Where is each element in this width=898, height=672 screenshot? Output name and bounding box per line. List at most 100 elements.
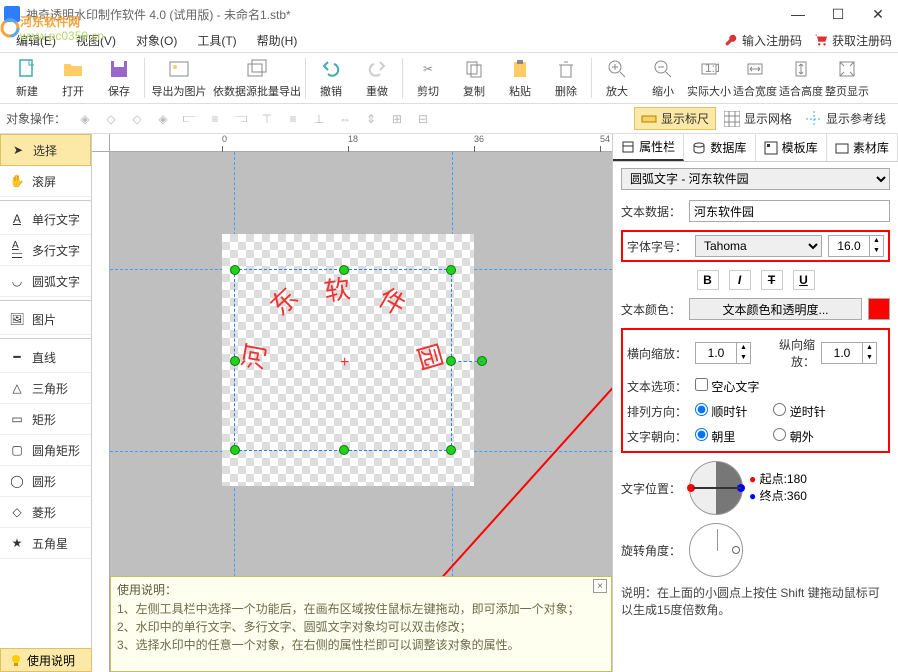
hollow-text-checkbox[interactable]: 空心文字 — [695, 378, 759, 395]
zoomout-button[interactable]: 缩小 — [640, 54, 686, 102]
tool-star[interactable]: ★五角星 — [0, 528, 91, 559]
tool-arc-text[interactable]: ◡圆弧文字 — [0, 266, 91, 297]
text-color-button[interactable]: 文本颜色和透明度... — [689, 298, 862, 320]
ruler-vertical[interactable] — [92, 152, 110, 672]
inward-radio[interactable]: 朝里 — [695, 428, 735, 445]
tab-templates[interactable]: 模板库 — [756, 134, 827, 161]
layer-down-icon[interactable]: ◇ — [124, 107, 150, 131]
tool-ellipse[interactable]: ◯圆形 — [0, 466, 91, 497]
layer-top-icon[interactable]: ◈ — [72, 107, 98, 131]
usage-button[interactable]: 使用说明 — [0, 648, 92, 672]
align-center-icon[interactable]: ≡ — [202, 107, 228, 131]
copy-icon — [462, 57, 486, 81]
menu-view[interactable]: 视图(V) — [66, 30, 126, 51]
ruler-icon — [641, 111, 657, 127]
menu-tool[interactable]: 工具(T) — [187, 30, 246, 51]
show-grid-toggle[interactable]: 显示网格 — [718, 108, 798, 129]
tool-select[interactable]: ➤选择 — [0, 134, 91, 166]
tool-triangle[interactable]: △三角形 — [0, 373, 91, 404]
minimize-button[interactable]: — — [778, 0, 818, 28]
dist-v-icon[interactable]: ⇕ — [358, 107, 384, 131]
undo-button[interactable]: 撤销 — [308, 54, 354, 102]
maximize-button[interactable]: ☐ — [818, 0, 858, 28]
show-guides-toggle[interactable]: 显示参考线 — [800, 108, 892, 129]
note-label: 说明： — [621, 586, 657, 600]
align-bottom-icon[interactable]: ⊥ — [306, 107, 332, 131]
strike-button[interactable]: T — [761, 270, 783, 290]
menu-help[interactable]: 帮助(H) — [247, 30, 308, 51]
redo-button[interactable]: 重做 — [354, 54, 400, 102]
tool-diamond[interactable]: ◇菱形 — [0, 497, 91, 528]
align-middle-icon[interactable]: ≡ — [280, 107, 306, 131]
vscale-spinner[interactable]: ▲▼ — [821, 342, 877, 364]
align-right-icon[interactable]: ⫎ — [228, 107, 254, 131]
cut-button[interactable]: ✂剪切 — [405, 54, 451, 102]
show-ruler-toggle[interactable]: 显示标尺 — [634, 107, 716, 130]
tool-image[interactable]: 🖼图片 — [0, 304, 91, 335]
handle-s[interactable] — [339, 445, 349, 455]
align-top-icon[interactable]: ⊤ — [254, 107, 280, 131]
hint-close-button[interactable]: × — [593, 579, 607, 593]
ruler-horizontal[interactable]: 0 18 36 54 — [110, 134, 612, 152]
delete-button[interactable]: 删除 — [543, 54, 589, 102]
handle-se[interactable] — [446, 445, 456, 455]
fit-page-button[interactable]: 整页显示 — [824, 54, 870, 102]
handle-sw[interactable] — [230, 445, 240, 455]
align-left-icon[interactable]: ⫍ — [176, 107, 202, 131]
enter-regcode-link[interactable]: 输入注册码 — [724, 32, 802, 49]
layer-bottom-icon[interactable]: ◈ — [150, 107, 176, 131]
db-icon — [692, 141, 706, 155]
new-button[interactable]: 新建 — [4, 54, 50, 102]
fit-height-button[interactable]: 适合高度 — [778, 54, 824, 102]
handle-nw[interactable] — [230, 265, 240, 275]
batch-export-button[interactable]: 依数据源批量导出 — [211, 54, 303, 102]
tool-multi-text[interactable]: A—多行文字 — [0, 235, 91, 266]
tool-pan[interactable]: ✋滚屏 — [0, 166, 91, 197]
position-dial[interactable] — [689, 461, 743, 515]
rotation-dial[interactable] — [689, 523, 743, 577]
color-swatch[interactable] — [868, 298, 890, 320]
open-button[interactable]: 打开 — [50, 54, 96, 102]
clockwise-radio[interactable]: 顺时针 — [695, 403, 747, 420]
copy-button[interactable]: 复制 — [451, 54, 497, 102]
dist-h-icon[interactable]: ⇔ — [332, 107, 358, 131]
actual-size-button[interactable]: 1:1实际大小 — [686, 54, 732, 102]
fit-width-button[interactable]: 适合宽度 — [732, 54, 778, 102]
object-ops-label: 对象操作： — [6, 110, 66, 127]
tool-line[interactable]: ━直线 — [0, 342, 91, 373]
bold-button[interactable]: B — [697, 270, 719, 290]
zoomin-button[interactable]: 放大 — [594, 54, 640, 102]
hint-line-3: 3、选择水印中的任意一个对象，在右侧的属性栏即可以调整该对象的属性。 — [117, 636, 605, 653]
hscale-spinner[interactable]: ▲▼ — [695, 342, 751, 364]
tab-database[interactable]: 数据库 — [684, 134, 755, 161]
canvas-viewport[interactable]: 0 18 36 54 东 软 件 园 河 + — [92, 134, 612, 672]
export-image-button[interactable]: 导出为图片 — [147, 54, 211, 102]
tool-rect[interactable]: ▭矩形 — [0, 404, 91, 435]
ungroup-icon[interactable]: ⊟ — [410, 107, 436, 131]
object-select[interactable]: 圆弧文字 - 河东软件园 — [621, 168, 890, 190]
tab-assets[interactable]: 素材库 — [827, 134, 898, 161]
close-button[interactable]: ✕ — [858, 0, 898, 28]
menu-object[interactable]: 对象(O) — [126, 30, 187, 51]
paste-button[interactable]: 粘贴 — [497, 54, 543, 102]
underline-button[interactable]: U — [793, 270, 815, 290]
assets-icon — [835, 141, 849, 155]
tool-single-text[interactable]: A单行文字 — [0, 204, 91, 235]
group-icon[interactable]: ⊞ — [384, 107, 410, 131]
undo-icon — [319, 57, 343, 81]
outward-radio[interactable]: 朝外 — [773, 428, 813, 445]
text-data-input[interactable] — [689, 200, 890, 222]
italic-button[interactable]: I — [729, 270, 751, 290]
handle-ne[interactable] — [446, 265, 456, 275]
tab-properties[interactable]: 属性栏 — [613, 134, 684, 161]
layer-up-icon[interactable]: ◇ — [98, 107, 124, 131]
triangle-icon: △ — [8, 379, 26, 397]
counter-clockwise-radio[interactable]: 逆时针 — [773, 403, 825, 420]
menu-edit[interactable]: 编辑(E) — [6, 30, 66, 51]
font-select[interactable]: Tahoma — [695, 235, 822, 257]
facing-label: 文字朝向： — [627, 428, 689, 445]
tool-round-rect[interactable]: ▢圆角矩形 — [0, 435, 91, 466]
get-regcode-link[interactable]: 获取注册码 — [814, 32, 892, 49]
font-size-spinner[interactable]: ▲▼ — [828, 235, 884, 257]
save-button[interactable]: 保存 — [96, 54, 142, 102]
